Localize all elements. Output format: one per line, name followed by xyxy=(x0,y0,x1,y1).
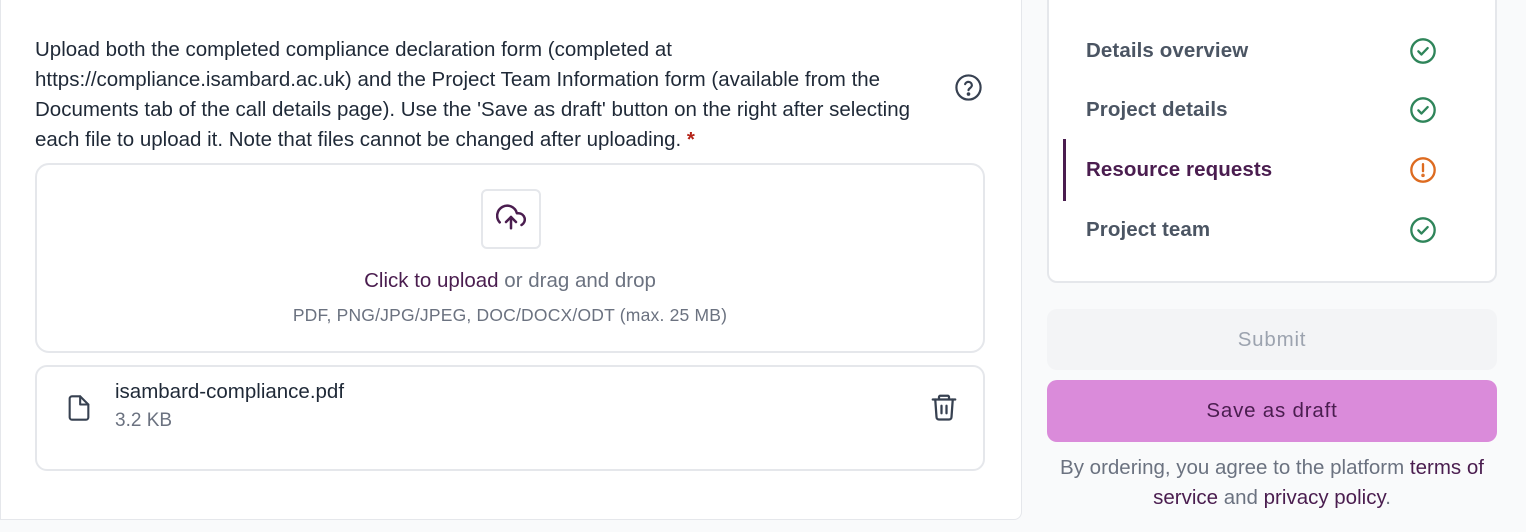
exclamation-circle-icon xyxy=(1409,156,1437,184)
step-details-overview[interactable]: Details overview xyxy=(1086,26,1496,76)
step-project-details[interactable]: Project details xyxy=(1086,85,1496,135)
click-to-upload-link[interactable]: Click to upload xyxy=(364,269,498,292)
required-marker: * xyxy=(686,128,695,151)
upload-field-description: Upload both the completed compliance dec… xyxy=(35,35,945,155)
terms-notice: By ordering, you agree to the platform t… xyxy=(1047,453,1497,513)
drag-drop-text: or drag and drop xyxy=(498,269,656,292)
terms-suffix: . xyxy=(1385,486,1391,509)
step-label: Resource requests xyxy=(1086,158,1273,181)
step-project-team[interactable]: Project team xyxy=(1086,205,1496,255)
step-label: Project team xyxy=(1086,218,1211,241)
submit-button[interactable]: Submit xyxy=(1047,309,1497,370)
step-label: Details overview xyxy=(1086,39,1249,62)
upload-description-text: Upload both the completed compliance dec… xyxy=(35,38,911,151)
check-circle-icon xyxy=(1409,216,1437,244)
file-size: 3.2 KB xyxy=(115,410,173,431)
upload-button[interactable] xyxy=(481,189,541,249)
terms-prefix: By ordering, you agree to the platform xyxy=(1060,456,1410,479)
question-circle-icon[interactable] xyxy=(954,73,983,102)
check-circle-icon xyxy=(1409,37,1437,65)
save-draft-button[interactable]: Save as draft xyxy=(1047,380,1497,442)
form-steps-nav: Details overview Project details Resourc… xyxy=(1047,0,1497,283)
privacy-policy-link[interactable]: privacy policy xyxy=(1264,486,1386,509)
file-type-hint: PDF, PNG/JPG/JPEG, DOC/DOCX/ODT (max. 25… xyxy=(292,305,728,325)
cloud-upload-icon xyxy=(495,202,527,237)
terms-and: and xyxy=(1218,486,1264,509)
check-circle-icon xyxy=(1409,96,1437,124)
file-dropzone[interactable]: Click to upload or drag and drop PDF, PN… xyxy=(35,163,985,353)
step-label: Project details xyxy=(1086,98,1228,121)
uploaded-file-item: isambard-compliance.pdf 3.2 KB xyxy=(35,365,985,471)
file-name: isambard-compliance.pdf xyxy=(115,380,345,403)
trash-icon[interactable] xyxy=(929,391,959,423)
step-resource-requests[interactable]: Resource requests xyxy=(1063,139,1496,201)
file-icon xyxy=(65,393,93,423)
upload-instruction: Click to upload or drag and drop xyxy=(37,269,983,293)
